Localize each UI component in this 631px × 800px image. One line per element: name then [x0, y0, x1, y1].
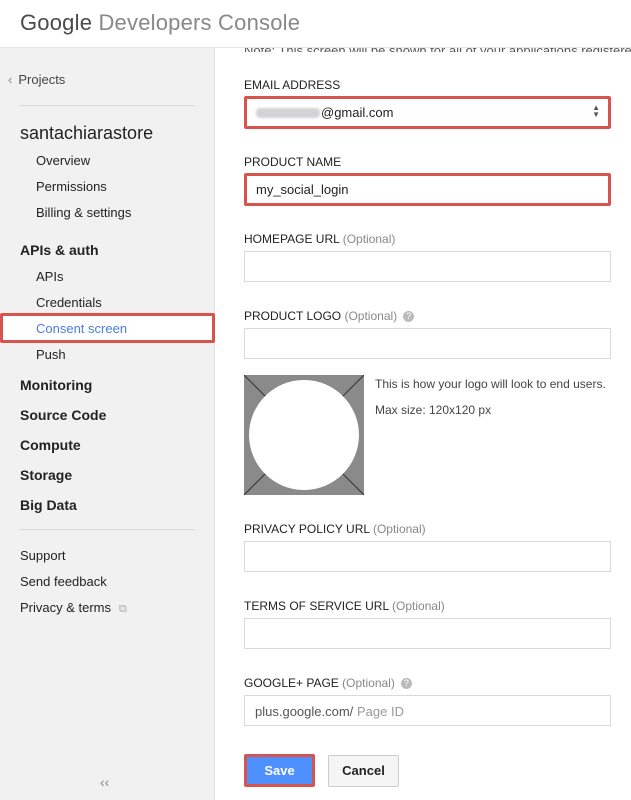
optional-text: (Optional): [372, 522, 426, 536]
sidebar-item-push[interactable]: Push: [36, 347, 66, 362]
optional-text: (Optional): [342, 676, 395, 690]
homepage-url-label-text: HOMEPAGE URL: [244, 232, 340, 246]
top-bar: Google Developers Console: [0, 0, 631, 48]
google-plus-page-input[interactable]: plus.google.com/ Page ID: [244, 695, 611, 726]
sidebar: ‹ Projects santachiarastore Overview Perm…: [0, 48, 215, 800]
project-name: santachiarastore: [20, 123, 154, 143]
terms-of-service-label-text: TERMS OF SERVICE URL: [244, 599, 389, 613]
sidebar-item-apis[interactable]: APIs: [36, 269, 63, 284]
app-logo[interactable]: Google Developers Console: [20, 10, 300, 36]
optional-text: (Optional): [342, 232, 396, 246]
email-domain: @gmail.com: [321, 105, 394, 120]
chevron-left-icon: ‹: [8, 72, 13, 87]
sidebar-item-consent-screen[interactable]: Consent screen: [0, 313, 215, 343]
sidebar-item-label: Consent screen: [36, 321, 128, 336]
product-name-label: PRODUCT NAME: [244, 155, 342, 169]
product-logo-label-text: PRODUCT LOGO: [244, 309, 342, 323]
help-icon[interactable]: ?: [403, 311, 415, 322]
email-label: EMAIL ADDRESS: [244, 78, 341, 92]
projects-label: Projects: [18, 72, 66, 87]
google-plus-prefix: plus.google.com/: [255, 704, 354, 719]
send-feedback-link[interactable]: Send feedback: [20, 574, 107, 589]
sidebar-item-source-code[interactable]: Source Code: [20, 407, 106, 423]
sidebar-heading-apis-auth[interactable]: APIs & auth: [20, 242, 99, 258]
privacy-terms-label: Privacy & terms: [20, 600, 112, 615]
select-arrows-icon: ▲ ▼: [592, 103, 600, 119]
product-logo-label: PRODUCT LOGO (Optional)?: [244, 309, 415, 323]
optional-text: (Optional): [344, 309, 398, 323]
logo-preview-caption: This is how your logo will look to end u…: [375, 377, 606, 391]
cancel-button[interactable]: Cancel: [328, 755, 399, 787]
sidebar-item-monitoring[interactable]: Monitoring: [20, 377, 92, 393]
logo-product-text: Developers Console: [98, 10, 301, 35]
page-id-placeholder: Page ID: [357, 704, 404, 719]
blurred-email-prefix: [256, 108, 320, 118]
sidebar-divider: [20, 105, 195, 106]
logo-google-text: Google: [20, 10, 93, 35]
product-logo-input[interactable]: [244, 328, 611, 359]
support-link[interactable]: Support: [20, 548, 66, 563]
sidebar-item-credentials[interactable]: Credentials: [36, 295, 102, 310]
external-link-icon: ⧉: [119, 603, 127, 615]
sidebar-item-permissions[interactable]: Permissions: [36, 179, 107, 194]
privacy-policy-label: PRIVACY POLICY URL (Optional): [244, 522, 426, 536]
privacy-terms-link[interactable]: Privacy & terms ⧉: [20, 600, 127, 616]
logo-preview-image: [244, 375, 364, 495]
save-button[interactable]: Save: [244, 754, 315, 787]
help-icon[interactable]: ?: [400, 678, 412, 689]
google-plus-page-label-text: GOOGLE+ PAGE: [244, 676, 339, 690]
homepage-url-input[interactable]: [244, 251, 611, 282]
terms-of-service-input[interactable]: [244, 618, 611, 649]
consent-form: Note: This screen will be shown for all …: [216, 0, 631, 800]
sidebar-item-billing[interactable]: Billing & settings: [36, 205, 131, 220]
sidebar-item-overview[interactable]: Overview: [36, 153, 90, 168]
sidebar-item-big-data[interactable]: Big Data: [20, 497, 77, 513]
terms-of-service-label: TERMS OF SERVICE URL (Optional): [244, 599, 445, 613]
product-name-input[interactable]: my_social_login: [244, 173, 611, 206]
email-value: @gmail.com: [256, 105, 393, 120]
privacy-policy-input[interactable]: [244, 541, 611, 572]
privacy-policy-label-text: PRIVACY POLICY URL: [244, 522, 370, 536]
logo-max-size: Max size: 120x120 px: [375, 403, 492, 417]
sidebar-item-storage[interactable]: Storage: [20, 467, 72, 483]
optional-text: (Optional): [392, 599, 445, 613]
sidebar-divider: [20, 529, 195, 530]
logo-placeholder-icon: [244, 375, 364, 495]
collapse-sidebar-button[interactable]: ‹‹: [100, 774, 109, 790]
product-name-value: my_social_login: [256, 182, 349, 197]
sidebar-item-compute[interactable]: Compute: [20, 437, 81, 453]
email-select[interactable]: @gmail.com ▲ ▼: [244, 96, 611, 129]
homepage-url-label: HOMEPAGE URL (Optional): [244, 232, 395, 246]
projects-link[interactable]: ‹ Projects: [8, 72, 65, 87]
google-plus-page-label: GOOGLE+ PAGE (Optional)?: [244, 676, 412, 690]
